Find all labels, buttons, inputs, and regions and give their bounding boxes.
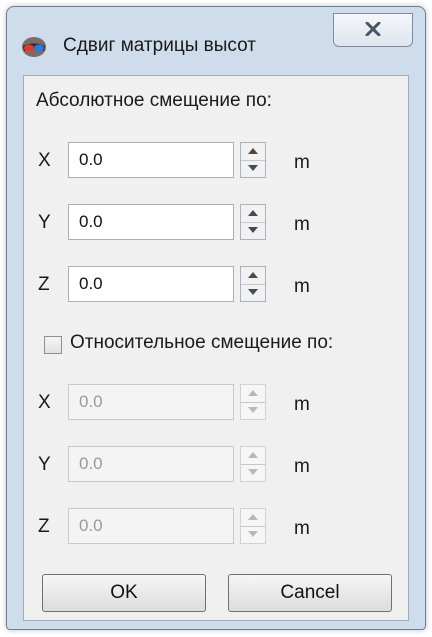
spin-up-button[interactable] (241, 205, 265, 223)
abs-x-spinner[interactable] (240, 142, 266, 178)
arrow-down-icon (248, 227, 258, 233)
relative-offset-checkbox[interactable] (44, 336, 62, 354)
arrow-down-icon (248, 289, 258, 295)
arrow-up-icon (248, 390, 258, 396)
spin-down-button (241, 526, 265, 543)
arrow-up-icon (248, 452, 258, 458)
rel-x-unit: m (294, 394, 310, 415)
rel-z-unit: m (294, 518, 310, 539)
spin-up-button (241, 447, 265, 465)
window-title: Сдвиг матрицы высот (63, 35, 256, 56)
spin-down-button[interactable] (241, 284, 265, 301)
dialog-window: Сдвиг матрицы высот Абсолютное смещение … (6, 6, 426, 630)
abs-z-spinner[interactable] (240, 266, 266, 302)
close-icon (365, 22, 381, 36)
arrow-up-icon (248, 514, 258, 520)
abs-y-spinner[interactable] (240, 204, 266, 240)
arrow-up-icon (248, 210, 258, 216)
rel-y-input: 0.0 (68, 446, 234, 482)
abs-y-label: Y (38, 212, 51, 233)
rel-x-label: X (38, 392, 51, 413)
relative-offset-label[interactable]: Относительное смещение по: (70, 332, 333, 354)
abs-z-label: Z (38, 274, 50, 295)
rel-x-input: 0.0 (68, 384, 234, 420)
spin-down-button (241, 402, 265, 419)
rel-y-unit: m (294, 456, 310, 477)
rel-z-spinner (240, 508, 266, 544)
abs-z-unit: m (294, 276, 310, 297)
spin-down-button (241, 464, 265, 481)
abs-x-label: X (38, 150, 51, 171)
cancel-button[interactable]: Cancel (228, 574, 392, 612)
rel-z-input: 0.0 (68, 508, 234, 544)
rel-y-spinner (240, 446, 266, 482)
rel-x-spinner (240, 384, 266, 420)
abs-x-input[interactable]: 0.0 (68, 142, 234, 178)
arrow-up-icon (248, 148, 258, 154)
spin-up-button[interactable] (241, 143, 265, 161)
arrow-up-icon (248, 272, 258, 278)
ok-button[interactable]: OK (42, 574, 206, 612)
abs-y-input[interactable]: 0.0 (68, 204, 234, 240)
spin-up-button (241, 385, 265, 403)
spin-up-button[interactable] (241, 267, 265, 285)
absolute-offset-heading: Абсолютное смещение по: (36, 90, 272, 111)
title-bar: Сдвиг матрицы высот (7, 7, 425, 77)
abs-y-unit: m (294, 214, 310, 235)
arrow-down-icon (248, 407, 258, 413)
app-3d-glasses-icon (21, 35, 47, 61)
arrow-down-icon (248, 469, 258, 475)
abs-z-input[interactable]: 0.0 (68, 266, 234, 302)
abs-x-unit: m (294, 152, 310, 173)
close-button[interactable] (333, 13, 413, 47)
spin-up-button (241, 509, 265, 527)
arrow-down-icon (248, 531, 258, 537)
spin-down-button[interactable] (241, 160, 265, 177)
spin-down-button[interactable] (241, 222, 265, 239)
arrow-down-icon (248, 165, 258, 171)
rel-z-label: Z (38, 516, 50, 537)
dialog-body: Абсолютное смещение по: X 0.0 m Y 0.0 m … (23, 75, 409, 621)
rel-y-label: Y (38, 454, 51, 475)
